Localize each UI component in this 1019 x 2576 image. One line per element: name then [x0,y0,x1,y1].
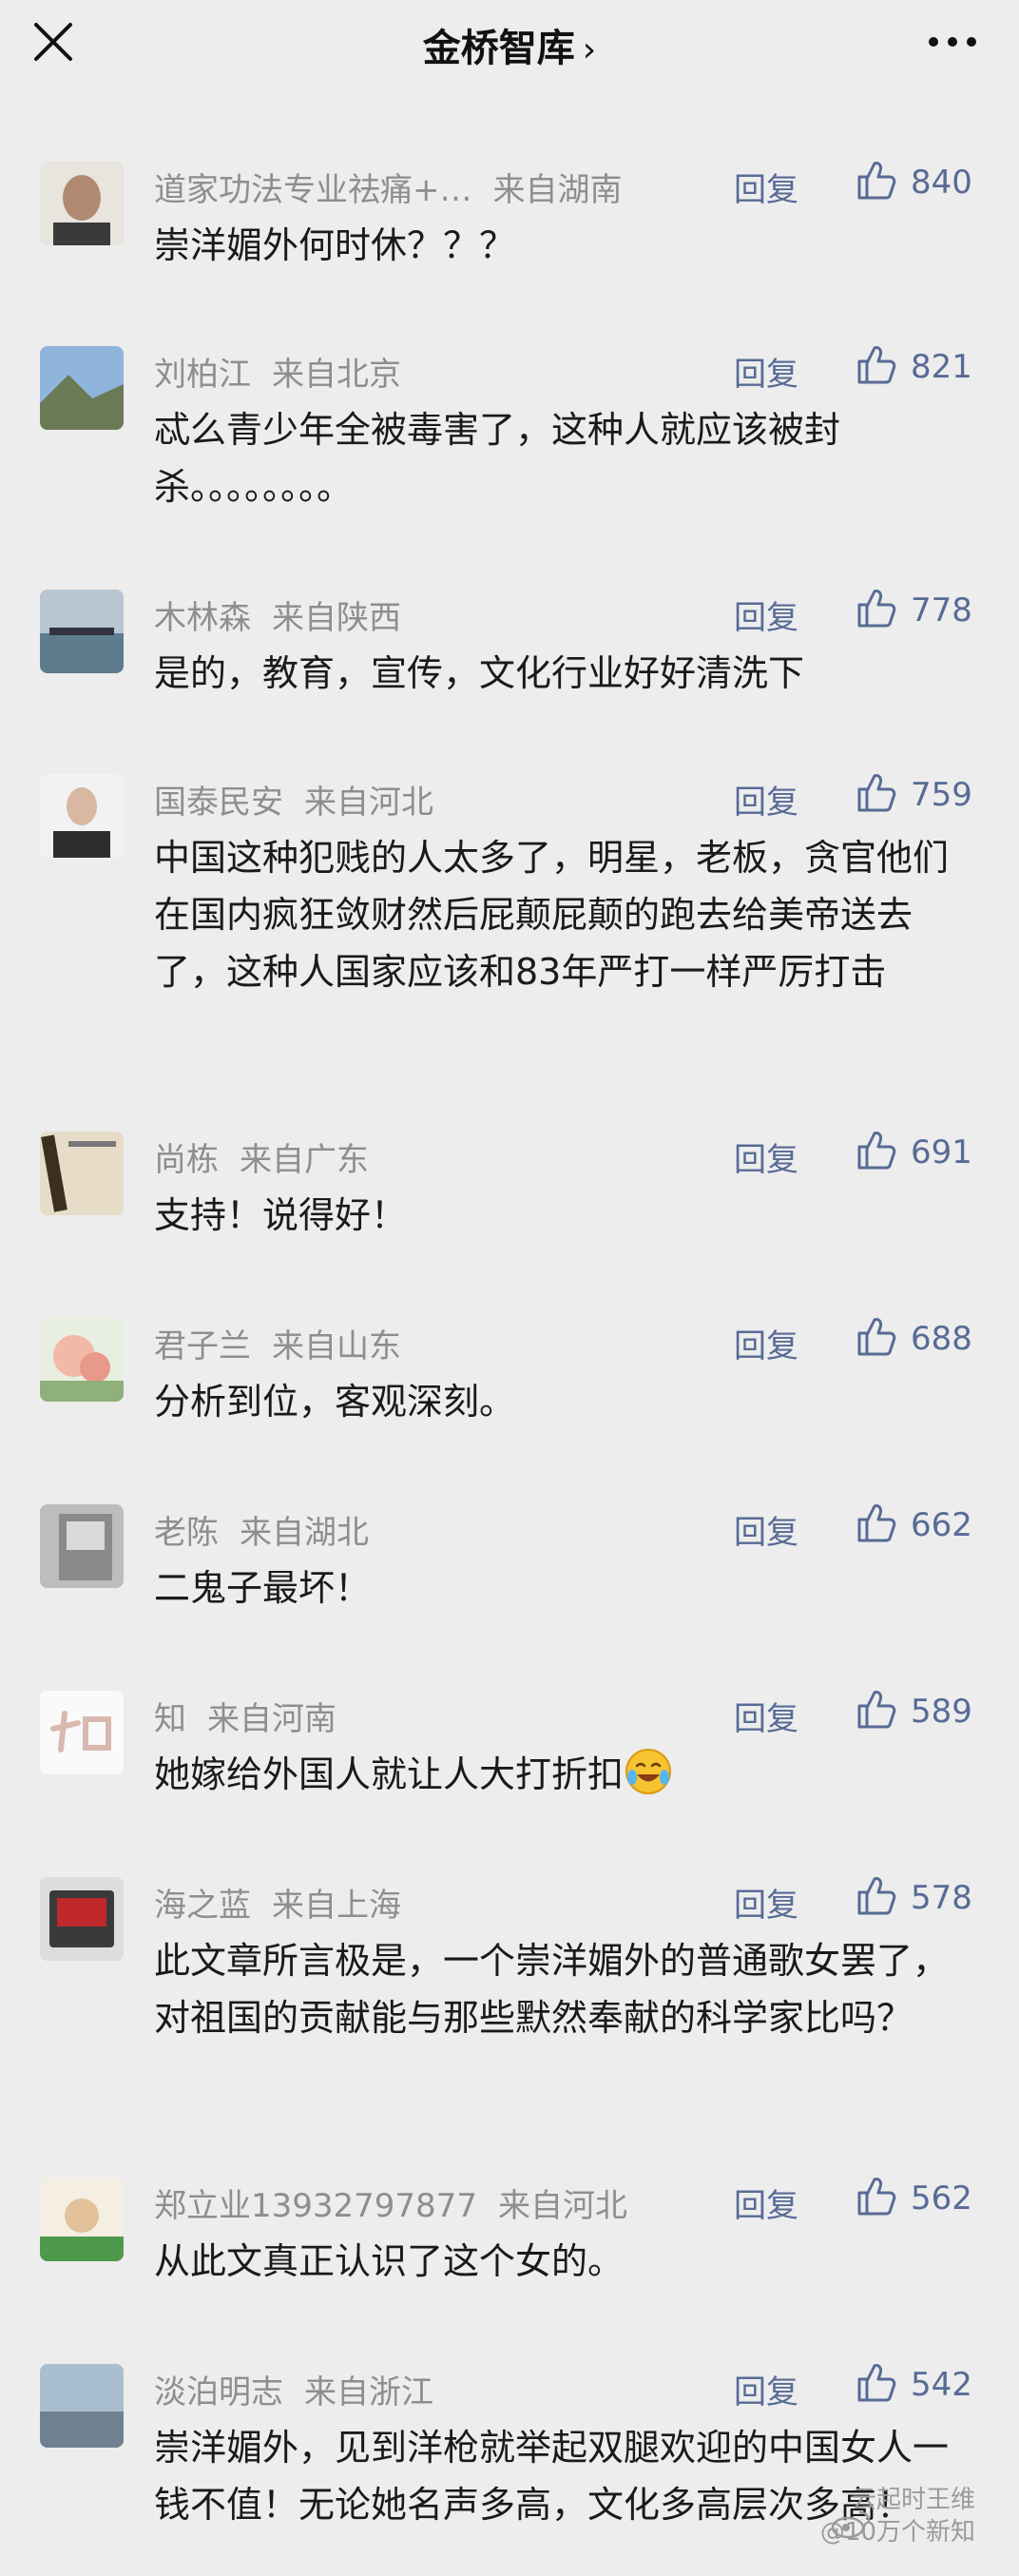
comment-author[interactable]: 尚栋 来自广东 [154,1133,369,1180]
username[interactable]: 郑立业13932797877 [154,2187,477,2225]
comment-text: 中国这种犯贱的人太多了，明星，老板，贪官他们在国内疯狂敛财然后屁颠屁颠的跑去给美… [154,837,950,993]
avatar[interactable] [40,2364,124,2448]
like-count: 821 [911,348,972,386]
like-count: 778 [911,591,972,629]
location-label: 来自北京 [272,356,401,394]
location-label: 来自上海 [272,1887,401,1925]
username[interactable]: 君子兰 [154,1327,251,1365]
comment-author[interactable]: 国泰民安 来自河北 [154,776,433,823]
reply-button[interactable]: 回复 [734,1506,798,1553]
like-count: 578 [911,1879,972,1917]
like-count: 562 [911,2179,972,2218]
username[interactable]: 国泰民安 [154,784,283,822]
thumbs-up-icon[interactable] [854,770,897,814]
comment-text: 支持！说得好！ [154,1194,408,1236]
reply-button[interactable]: 回复 [734,348,798,395]
like-count: 662 [911,1506,972,1544]
reply-button[interactable]: 回复 [734,1320,798,1366]
comment-author[interactable]: 老陈 来自湖北 [154,1506,369,1553]
thumbs-up-icon[interactable] [854,158,897,202]
comment-text-body: 她嫁给外国人就让人大打折扣 [154,1753,625,1795]
location-label: 来自河北 [304,784,433,822]
comment-author[interactable]: 刘柏江 来自北京 [154,348,401,395]
thumbs-up-icon[interactable] [854,342,897,386]
avatar[interactable] [40,346,124,430]
thumbs-up-icon[interactable] [854,1314,897,1358]
comment-author[interactable]: 木林森 来自陕西 [154,591,401,638]
comment-text: 二鬼子最坏！ [154,1567,372,1609]
avatar[interactable] [40,1691,124,1774]
page-title-link[interactable]: 金桥智库 › [0,17,1019,72]
top-bar: 金桥智库 › [0,0,1019,93]
location-label: 来自河南 [207,1700,336,1738]
comment-text: 是的，教育，宣传，文化行业好好清洗下 [154,652,805,694]
username[interactable]: 木林森 [154,599,251,637]
like-count: 542 [911,2366,972,2404]
reply-button[interactable]: 回复 [734,2179,798,2226]
username[interactable]: 刘柏江 [154,356,251,394]
location-label: 来自浙江 [304,2373,433,2411]
like-count: 840 [911,164,972,202]
location-label: 来自湖北 [240,1514,369,1552]
location-label: 来自陕西 [272,599,401,637]
comment-author[interactable]: 淡泊明志 来自浙江 [154,2366,433,2412]
comment-text: 崇洋媚外何时休？？？ [154,224,516,266]
username[interactable]: 淡泊明志 [154,2373,283,2411]
reply-button[interactable]: 回复 [734,164,798,210]
avatar[interactable] [40,1877,124,1961]
avatar[interactable] [40,590,124,673]
location-label: 来自湖南 [492,171,623,209]
username[interactable]: 尚栋 [154,1141,219,1179]
reply-button[interactable]: 回复 [734,591,798,638]
reply-button[interactable]: 回复 [734,1693,798,1739]
watermark: 云起时王维 @10万个新知 [747,2484,975,2548]
like-count: 589 [911,1693,972,1731]
thumbs-up-icon[interactable] [854,1501,897,1544]
comment-author[interactable]: 海之蓝 来自上海 [154,1879,401,1926]
avatar[interactable] [40,774,124,858]
avatar[interactable] [40,1504,124,1588]
reply-button[interactable]: 回复 [734,2366,798,2412]
thumbs-up-icon[interactable] [854,586,897,629]
avatar[interactable] [40,2178,124,2261]
comment-text: 此文章所言极是，一个崇洋媚外的普通歌女罢了，对祖国的贡献能与那些默然奉献的科学家… [154,1940,950,2039]
username[interactable]: 海之蓝 [154,1887,251,1925]
thumbs-up-icon[interactable] [854,2174,897,2218]
username[interactable]: 道家功法专业祛痛+… [154,171,472,209]
like-count: 691 [911,1133,972,1172]
chevron-right-icon: › [582,30,597,69]
like-count: 688 [911,1320,972,1358]
laughing-tears-emoji-icon [625,1749,672,1794]
page-title: 金桥智库 [422,27,575,70]
comment-author[interactable]: 道家功法专业祛痛+… 来自湖南 [154,164,623,210]
reply-button[interactable]: 回复 [734,776,798,823]
location-label: 来自山东 [272,1327,401,1365]
comment-text: 她嫁给外国人就让人大打折扣 [154,1746,971,1803]
reply-button[interactable]: 回复 [734,1133,798,1180]
comment-author[interactable]: 君子兰 来自山东 [154,1320,401,1366]
username[interactable]: 老陈 [154,1514,219,1552]
more-icon[interactable] [926,25,979,59]
thumbs-up-icon[interactable] [854,2360,897,2404]
thumbs-up-icon[interactable] [854,1128,897,1172]
like-count: 759 [911,776,972,814]
comment-author[interactable]: 郑立业13932797877 来自河北 [154,2179,627,2226]
watermark-line1: 云起时王维 [851,2486,975,2514]
comment-text: 忒么青少年全被毒害了，这种人就应该被封杀。。。。。。。。 [154,409,841,508]
avatar[interactable] [40,162,124,245]
thumbs-up-icon[interactable] [854,1687,897,1731]
avatar[interactable] [40,1132,124,1215]
comment-text: 分析到位，客观深刻。 [154,1381,516,1423]
location-label: 来自河北 [497,2187,627,2225]
username[interactable]: 知 [154,1700,186,1738]
location-label: 来自广东 [240,1141,369,1179]
thumbs-up-icon[interactable] [854,1873,897,1917]
comment-text: 从此文真正认识了这个女的。 [154,2240,625,2282]
watermark-line2: @10万个新知 [819,2518,975,2547]
avatar[interactable] [40,1318,124,1402]
reply-button[interactable]: 回复 [734,1879,798,1926]
comment-author[interactable]: 知来自河南 [154,1693,336,1739]
